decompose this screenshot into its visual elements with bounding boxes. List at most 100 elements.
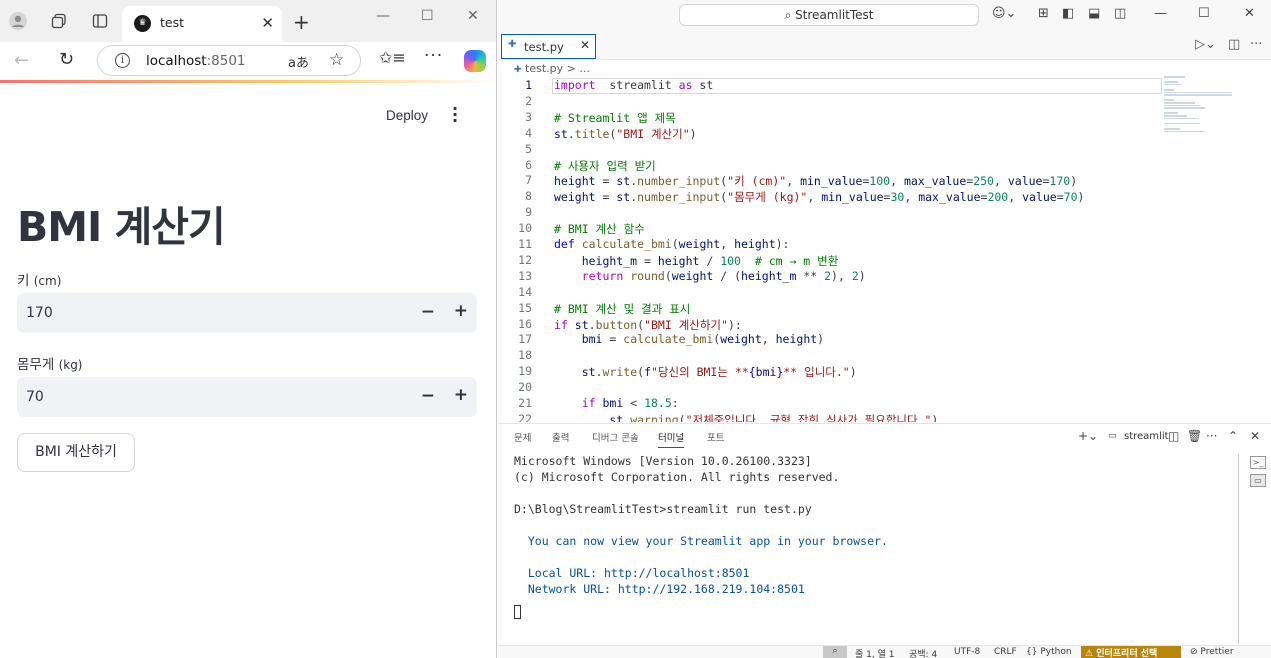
code-line[interactable]: 6 # 사용자 입력 받기 [498, 158, 1271, 174]
line-number: 16 [518, 316, 532, 331]
more-actions-icon[interactable]: ··· [1250, 37, 1262, 52]
code-text: if bmi < 18.5: [581, 396, 679, 410]
run-python-icon[interactable]: ▷⌄ [1195, 37, 1216, 52]
code-line[interactable]: 11 def calculate_bmi(weight, height): [498, 237, 1271, 253]
close-tab-icon[interactable]: ✕ [580, 38, 590, 52]
maximize-icon[interactable]: ☐ [421, 8, 434, 24]
panel-tab[interactable]: 포트 [707, 430, 724, 444]
kill-terminal-icon[interactable]: 🗑 [1187, 429, 1202, 443]
panel-tab[interactable]: 디버그 콘솔 [592, 430, 639, 444]
vertical-tabs-icon[interactable] [90, 11, 110, 31]
code-line[interactable]: 10 # BMI 계산 함수 [498, 221, 1271, 237]
code-editor[interactable]: 1 import streamlit as st 2 3 # Streamlit 앱 제… [498, 76, 1271, 422]
code-line[interactable]: 7 height = st.number_input("키 (cm)", min_… [498, 173, 1271, 189]
height-decrement-button[interactable]: − [421, 302, 435, 322]
copilot-chat-icon[interactable]: ☺⌄ [992, 6, 1016, 21]
deploy-button[interactable]: Deploy [386, 108, 428, 123]
code-line[interactable]: 5 [498, 142, 1271, 158]
read-aloud-icon[interactable]: aあ [288, 52, 309, 71]
code-line[interactable]: 20 [498, 380, 1271, 396]
prettier-status[interactable]: ⊘ Prettier [1190, 647, 1234, 657]
kebab-menu-icon[interactable]: · · · [450, 101, 460, 129]
split-editor-icon[interactable]: ◫ [1228, 37, 1240, 52]
panel-tab[interactable]: 문제 [514, 430, 531, 444]
terminal-scrollbar[interactable] [1238, 454, 1239, 644]
tab-test[interactable]: ♛ test ✕ [122, 6, 282, 42]
panel-tab[interactable]: 터미널 [658, 430, 685, 448]
select-interpreter[interactable]: ⚠ 인터프리터 선택 [1081, 646, 1181, 658]
bottom-panel: 문제 출력 디버그 콘솔 터미널 포트 +⌄ ▭ streamlit ◫ 🗑 ··· ⌃… [498, 423, 1271, 645]
close-tab-icon[interactable]: ✕ [261, 14, 274, 32]
back-arrow-icon[interactable]: ← [14, 50, 29, 71]
command-center[interactable]: ⌕ StreamlitTest [679, 4, 979, 26]
code-line[interactable]: 18 [498, 348, 1271, 364]
close-window-icon[interactable]: ✕ [467, 8, 479, 24]
code-line[interactable]: 9 [498, 205, 1271, 221]
split-terminal-icon[interactable]: ◫ [1168, 429, 1179, 443]
reload-icon[interactable]: ↻ [59, 49, 74, 70]
minimize-icon[interactable]: — [376, 8, 390, 24]
terminal-shell-icon[interactable]: >_ [1250, 456, 1266, 469]
profile-icon[interactable] [8, 11, 28, 31]
code-line[interactable]: 13 return round(weight / (height_m ** 2)… [498, 269, 1271, 285]
new-tab-icon[interactable]: + [293, 10, 310, 34]
tab-test-py[interactable]: ✚ test.py ✕ [501, 34, 596, 59]
url-text[interactable]: localhost:8501 [146, 53, 246, 69]
code-line[interactable]: 3 # Streamlit 앱 제목 [498, 110, 1271, 126]
vscode-title-bar: ⌕ StreamlitTest ☺⌄ ⊞ ◧ ⬓ ◫ — ☐ ✕ [498, 0, 1271, 30]
maximize-panel-icon[interactable]: ⌃ [1228, 429, 1238, 443]
minimize-icon[interactable]: — [1154, 6, 1167, 21]
panel-tab[interactable]: 출력 [552, 430, 569, 444]
end-of-line[interactable]: CRLF [994, 647, 1017, 657]
code-line[interactable]: 8 weight = st.number_input("몸무게 (kg)", mi… [498, 189, 1271, 205]
minimap[interactable] [1164, 76, 1254, 136]
weight-input-field[interactable]: 70 [26, 389, 44, 405]
minimap-line [1164, 76, 1185, 78]
weight-number-input: 70 − + [17, 377, 477, 417]
close-panel-icon[interactable]: ✕ [1250, 429, 1260, 443]
terminal-output[interactable]: Microsoft Windows [Version 10.0.26100.33… [514, 454, 1234, 644]
restore-icon[interactable]: ☐ [1198, 6, 1210, 21]
code-text: # 사용자 입력 받기 [554, 158, 656, 173]
minimap-line [1164, 107, 1205, 109]
code-line[interactable]: 15 # BMI 계산 및 결과 표시 [498, 301, 1271, 317]
weight-increment-button[interactable]: + [454, 385, 468, 405]
terminal-line: (c) Microsoft Corporation. All rights re… [514, 470, 840, 484]
code-line[interactable]: 16 if st.button("BMI 계산하기"): [498, 317, 1271, 333]
code-line[interactable]: 22 st.warning("저체중입니다. 균형 잡힌 식사가 필요합니다."… [498, 412, 1271, 422]
code-line[interactable]: 1 import streamlit as st [498, 78, 1271, 94]
search-icon[interactable]: ⌕ [823, 646, 847, 658]
calculate-bmi-button[interactable]: BMI 계산하기 [17, 433, 135, 472]
toggle-panel-icon[interactable]: ⬓ [1088, 6, 1100, 21]
height-increment-button[interactable]: + [454, 301, 468, 321]
favorite-star-icon[interactable]: ☆ [329, 50, 344, 70]
terminal-name[interactable]: streamlit [1124, 431, 1169, 442]
code-line[interactable]: 2 [498, 94, 1271, 110]
favorites-icon[interactable]: ✩≡ [379, 48, 406, 67]
code-line[interactable]: 17 bmi = calculate_bmi(weight, height) [498, 332, 1271, 348]
close-window-icon[interactable]: ✕ [1244, 6, 1255, 21]
customize-layout-icon[interactable]: ⊞ [1038, 6, 1049, 21]
language-mode[interactable]: {} Python [1026, 647, 1072, 657]
toggle-primary-sidebar-icon[interactable]: ◧ [1062, 6, 1074, 21]
more-options-icon[interactable]: ··· [424, 46, 443, 66]
code-line[interactable]: 12 height_m = height / 100 # cm → m 변환 [498, 253, 1271, 269]
more-actions-icon[interactable]: ··· [1206, 429, 1217, 443]
weight-decrement-button[interactable]: − [421, 386, 435, 406]
code-line[interactable]: 19 st.write(f"당신의 BMI는 **{bmi}** 입니다.") [498, 364, 1271, 380]
weight-label: 몸무게 (kg) [17, 357, 83, 373]
copilot-icon[interactable] [464, 50, 486, 72]
code-line[interactable]: 14 [498, 285, 1271, 301]
indentation[interactable]: 공백: 4 [909, 647, 937, 658]
code-line[interactable]: 21 if bmi < 18.5: [498, 396, 1271, 412]
new-terminal-icon[interactable]: +⌄ [1078, 429, 1098, 443]
cursor-position[interactable]: 줄 1, 열 1 [855, 647, 894, 658]
height-input-field[interactable]: 170 [26, 305, 53, 321]
toggle-secondary-sidebar-icon[interactable]: ◫ [1114, 6, 1126, 21]
address-bar[interactable]: i localhost:8501 aあ ☆ [97, 45, 361, 76]
code-line[interactable]: 4 st.title("BMI 계산기") [498, 126, 1271, 142]
terminal-streamlit-icon[interactable]: ▭ [1250, 474, 1266, 487]
encoding[interactable]: UTF-8 [954, 647, 980, 657]
workspaces-icon[interactable] [49, 11, 69, 31]
site-info-icon[interactable]: i [115, 53, 130, 68]
